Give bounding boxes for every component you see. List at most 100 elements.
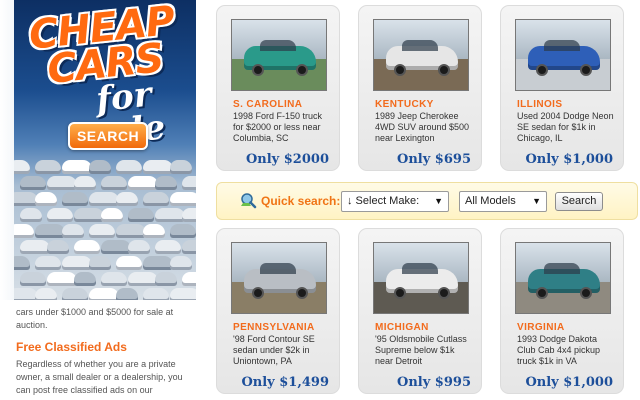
listing-description: '95 Oldsmobile Cutlass Supreme below $1k… [375,334,467,366]
car-wheel [580,64,592,76]
parked-car [143,224,165,238]
listing-photo[interactable] [373,19,469,91]
parked-car [128,240,150,254]
listing-card[interactable]: VIRGINIA 1993 Dodge Dakota Club Cab 4x4 … [500,228,624,394]
listing-card[interactable]: MICHIGAN '95 Oldsmobile Cutlass Supreme … [358,228,482,394]
listing-description: Used 2004 Dodge Neon SE sedan for $1k in… [517,111,614,143]
listing-photo[interactable] [231,242,327,314]
parked-car [155,208,185,222]
parked-car [35,288,57,300]
parked-car [20,240,50,254]
listing-price[interactable]: Only $995 [397,375,471,390]
parked-car [116,256,142,270]
parked-car [116,288,138,300]
parked-car [20,208,42,222]
parked-car [101,240,131,254]
listing-card[interactable]: ILLINOIS Used 2004 Dodge Neon SE sedan f… [500,5,624,171]
listing-state[interactable]: PENNSYLVANIA [233,322,315,333]
listing-photo[interactable] [515,242,611,314]
listing-price[interactable]: Only $2000 [246,152,329,167]
parked-car [35,160,61,174]
car-wheel [536,287,548,299]
parked-car [89,224,115,238]
make-select-value: ↓ Select Make: [347,195,420,207]
car-wheel [580,287,592,299]
chevron-down-icon: ▼ [434,196,443,206]
parked-car [128,176,158,190]
car-window [260,263,296,274]
car-window [402,263,438,274]
intro-text: cars under $1000 and $5000 for sale at a… [16,307,174,330]
listing-price[interactable]: Only $1,000 [525,375,613,390]
listing-description: 1998 Ford F-150 truck for $2000 or less … [233,111,323,143]
listing-description: '98 Ford Contour SE sedan under $2k in U… [233,334,315,366]
parked-car [89,160,111,174]
parked-car [182,176,196,190]
parked-car [143,256,173,270]
parked-car [116,192,138,206]
listing-price[interactable]: Only $1,499 [241,375,329,390]
parked-car [155,272,177,286]
parked-car [170,160,192,174]
parked-car [143,192,169,206]
parked-car [170,256,192,270]
car-wheel [252,64,264,76]
model-select[interactable]: All Models ▼ [459,191,547,212]
parked-car [74,176,96,190]
model-select-value: All Models [465,195,516,207]
parked-car [89,256,111,270]
parked-car [74,240,100,254]
parked-car [20,176,46,190]
parked-car [62,288,88,300]
listing-card[interactable]: KENTUCKY 1989 Jeep Cherokee 4WD SUV arou… [358,5,482,171]
listing-price[interactable]: Only $695 [397,152,471,167]
hero-edge [0,0,14,300]
parked-car [47,176,77,190]
make-select[interactable]: ↓ Select Make: ▼ [341,191,449,212]
listing-photo[interactable] [231,19,327,91]
parked-car [20,272,46,286]
parked-car [170,224,196,238]
parked-car-row [14,288,196,300]
listing-card[interactable]: PENNSYLVANIA '98 Ford Contour SE sedan u… [216,228,340,394]
listing-state[interactable]: ILLINOIS [517,99,562,110]
car-wheel [252,287,264,299]
listing-card[interactable]: S. CAROLINA 1998 Ford F-150 truck for $2… [216,5,340,171]
quick-search-label: Quick search: [261,194,341,208]
hero-search-button[interactable]: SEARCH [68,122,148,150]
listing-state[interactable]: MICHIGAN [375,322,429,333]
car-wheel [296,287,308,299]
parked-car [62,256,92,270]
parked-car [47,208,73,222]
car-search-icon [241,193,257,209]
parked-car [47,272,77,286]
listing-photo[interactable] [373,242,469,314]
listing-description: 1993 Dodge Dakota Club Cab 4x4 pickup tr… [517,334,601,366]
parked-car [14,160,30,174]
parked-car [62,192,88,206]
hero-banner: CHEAP CARS for sale SEARCH [14,0,196,300]
listing-state[interactable]: S. CAROLINA [233,99,302,110]
car-wheel [438,287,450,299]
car-window [260,40,296,51]
parked-car [170,288,196,300]
parked-car [62,224,84,238]
car-wheel [438,64,450,76]
quick-search-button[interactable]: Search [555,192,603,211]
listing-state[interactable]: VIRGINIA [517,322,565,333]
parked-car [101,208,123,222]
parked-car [155,240,181,254]
chevron-down-icon: ▼ [532,196,541,206]
parked-car [14,256,30,270]
listing-photo[interactable] [515,19,611,91]
parked-car [14,224,34,238]
parked-car [116,160,142,174]
classifieds-heading[interactable]: Free Classified Ads [16,340,127,354]
listing-state[interactable]: KENTUCKY [375,99,434,110]
listing-description: 1989 Jeep Cherokee 4WD SUV around $500 n… [375,111,470,143]
parked-car [89,192,119,206]
parked-car [101,272,127,286]
listing-price[interactable]: Only $1,000 [525,152,613,167]
parked-car [170,192,196,206]
parked-car [182,208,196,222]
